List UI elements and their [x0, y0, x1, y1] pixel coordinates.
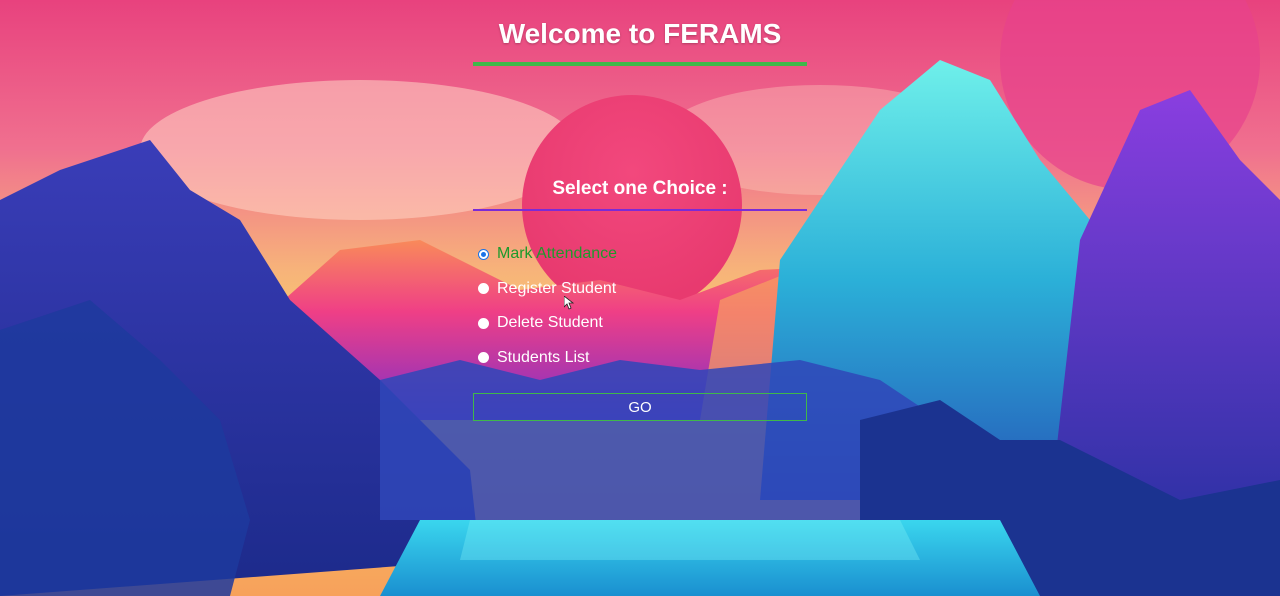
title-underline [473, 62, 807, 66]
choice-label: Register Student [497, 279, 617, 297]
choice-label: Delete Student [497, 314, 603, 332]
choice-delete-student[interactable]: Delete Student [476, 312, 676, 334]
choice-label: Students List [497, 348, 590, 366]
heading-underline [473, 209, 807, 211]
choice-students-list[interactable]: Students List [476, 347, 676, 369]
radio-delete-student[interactable] [478, 317, 489, 329]
choice-list: Mark Attendance Register Student Delete … [476, 243, 806, 381]
mouse-pointer-icon [564, 296, 574, 310]
choice-register-student[interactable]: Register Student [476, 278, 676, 300]
radio-mark-attendance[interactable] [478, 248, 489, 260]
radio-students-list[interactable] [478, 352, 489, 364]
choice-mark-attendance[interactable]: Mark Attendance [476, 243, 676, 265]
go-button[interactable]: GO [473, 393, 807, 421]
page-title: Welcome to FERAMS [498, 18, 782, 49]
choice-heading: Select one Choice : [552, 178, 728, 199]
main-panel: Welcome to FERAMS Select one Choice : Ma… [0, 0, 1280, 596]
radio-register-student[interactable] [478, 283, 489, 295]
choice-label: Mark Attendance [497, 245, 618, 262]
